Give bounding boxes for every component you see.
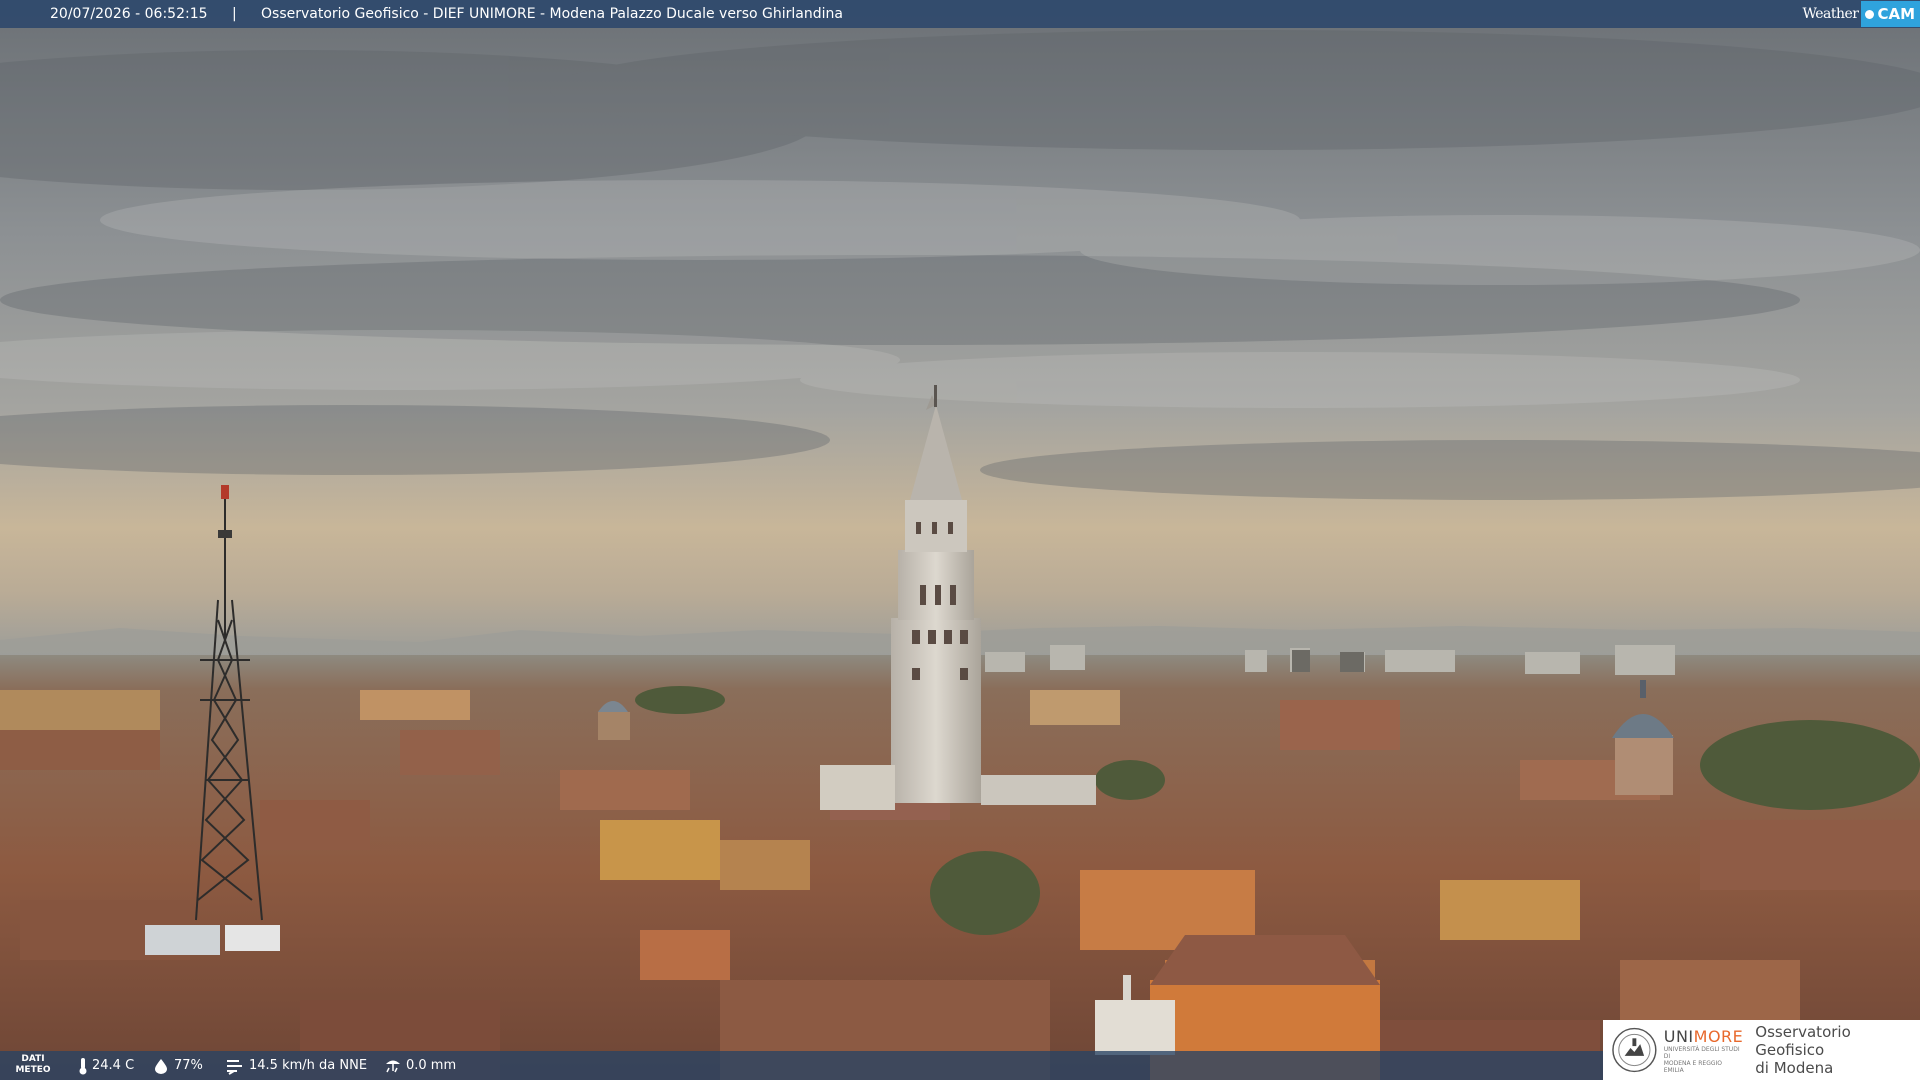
weathercam-logo: Weather CAM xyxy=(1802,0,1920,28)
humidity-value: 77% xyxy=(174,1058,203,1073)
timestamp: 20/07/2026 - 06:52:15 xyxy=(50,6,208,22)
logo-weather-text: Weather xyxy=(1802,6,1859,22)
rain-icon xyxy=(386,1060,400,1072)
university-seal-icon xyxy=(1612,1027,1657,1073)
unimore-subtitle-2: MODENA E REGGIO EMILIA xyxy=(1663,1059,1723,1074)
unimore-name: UNIMORE xyxy=(1664,1027,1744,1046)
observatory-name: Osservatorio Geofisico di Modena xyxy=(1755,1023,1920,1077)
humidity-drop-icon xyxy=(155,1058,167,1074)
unimore-name-more: MORE xyxy=(1693,1026,1744,1046)
weather-label-line1: DATI xyxy=(21,1054,45,1064)
wind-icon xyxy=(227,1059,242,1075)
temperature-value: 24.4 C xyxy=(92,1058,135,1073)
webcam-photo xyxy=(0,0,1920,1080)
separator: | xyxy=(232,6,237,22)
unimore-name-uni: UNI xyxy=(1663,1026,1694,1046)
camera-title: Osservatorio Geofisico - DIEF UNIMORE - … xyxy=(261,6,843,22)
wind-item: 14.5 km/h da NNE xyxy=(225,1051,367,1080)
thermometer-icon xyxy=(79,1057,87,1074)
unimore-subtitle-1: UNIVERSITÀ DEGLI STUDI DI xyxy=(1663,1045,1740,1060)
unimore-wordmark: UNIMORE UNIVERSITÀ DEGLI STUDI DI MODENA… xyxy=(1664,1027,1744,1074)
wind-value: 14.5 km/h da NNE xyxy=(249,1058,368,1073)
logo-dot-icon xyxy=(1865,9,1875,19)
rain-value: 0.0 mm xyxy=(406,1058,457,1073)
logo-cam-badge: CAM xyxy=(1861,1,1920,27)
temperature-item: 24.4 C xyxy=(78,1051,134,1080)
humidity-item: 77% xyxy=(152,1051,203,1080)
logo-cam-text: CAM xyxy=(1877,5,1915,23)
weather-data-bar: DATI METEO 24.4 C 77% 14.5 km/h da NNE 0… xyxy=(0,1051,1603,1080)
observatory-line1: Osservatorio Geofisico xyxy=(1755,1023,1851,1059)
unimore-logo-box: UNIMORE UNIVERSITÀ DEGLI STUDI DI MODENA… xyxy=(1603,1020,1920,1080)
weather-label-line2: METEO xyxy=(15,1065,51,1075)
weather-data-label: DATI METEO xyxy=(8,1054,58,1076)
rain-item: 0.0 mm xyxy=(384,1051,456,1080)
observatory-line2: di Modena xyxy=(1755,1059,1834,1077)
title-bar: 20/07/2026 - 06:52:15 | Osservatorio Geo… xyxy=(0,0,1920,28)
